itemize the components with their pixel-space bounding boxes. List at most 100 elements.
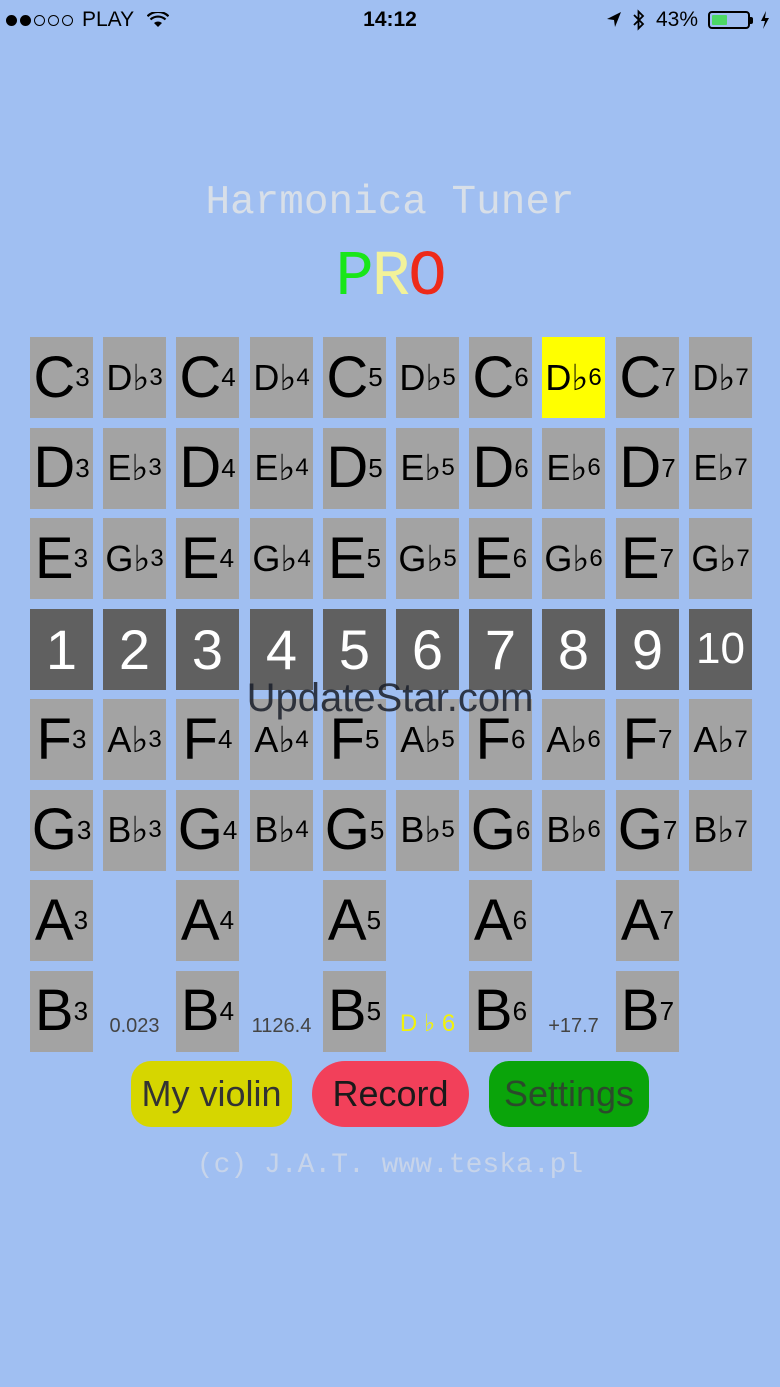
note-key[interactable]: B♭ 6 — [542, 789, 605, 871]
note-key[interactable]: D♭ 3 — [103, 337, 166, 418]
octave-label: 6 — [587, 816, 601, 843]
octave-label: 7 — [734, 725, 748, 753]
note-key[interactable]: G4 — [176, 789, 239, 871]
note-key[interactable]: D7 — [616, 427, 679, 509]
note-key[interactable]: G7 — [616, 789, 679, 871]
note-key[interactable]: B♭ 5 — [396, 789, 459, 871]
pro-letter: P — [335, 242, 373, 314]
battery-icon — [708, 11, 753, 29]
octave-label: 5 — [368, 452, 383, 483]
note-key[interactable]: C6 — [469, 337, 532, 418]
note-key[interactable]: E3 — [30, 518, 93, 599]
tuner-readout: 1126.4 — [251, 1014, 312, 1037]
octave-label: 3 — [148, 454, 162, 481]
octave-label: 4 — [222, 814, 238, 845]
note-key[interactable]: G6 — [469, 789, 532, 871]
note-key[interactable]: G5 — [323, 789, 386, 871]
note-key[interactable]: D4 — [176, 427, 239, 509]
note-label: E♭ — [546, 447, 588, 488]
note-key[interactable]: B♭ 4 — [250, 789, 313, 871]
note-key[interactable]: D♭ 6 — [542, 337, 605, 418]
note-label: B♭ — [693, 809, 735, 850]
note-key[interactable]: G♭ 3 — [103, 518, 166, 599]
note-key[interactable]: A7 — [616, 880, 679, 961]
note-key[interactable]: E♭ 7 — [689, 427, 752, 509]
note-label: D — [619, 435, 662, 500]
octave-label: 3 — [75, 452, 90, 483]
tuner-readout: 0.023 — [109, 1014, 160, 1037]
note-label: A♭ — [693, 718, 735, 760]
octave-label: 5 — [366, 905, 382, 935]
note-key[interactable]: A6 — [469, 880, 532, 961]
pro-letter: O — [408, 242, 446, 314]
note-key[interactable]: E7 — [616, 518, 679, 599]
note-key[interactable]: E6 — [469, 518, 532, 599]
note-key[interactable]: G♭ 4 — [250, 518, 313, 599]
note-key[interactable]: B♭ 3 — [103, 789, 166, 871]
note-key[interactable]: D♭ 7 — [689, 337, 752, 418]
note-label: G — [324, 797, 370, 862]
note-key[interactable]: E♭ 5 — [396, 427, 459, 509]
my-violin-button[interactable]: My violin — [131, 1061, 292, 1127]
tuner-readout: +17.7 — [548, 1014, 599, 1037]
note-label: D — [179, 435, 222, 500]
octave-label: 7 — [659, 905, 675, 935]
note-key[interactable]: B5 — [323, 970, 386, 1052]
octave-label: 6 — [515, 814, 531, 845]
settings-button[interactable]: Settings — [489, 1061, 649, 1127]
note-label: C — [619, 344, 662, 410]
octave-label: 5 — [441, 725, 455, 753]
note-label: G — [617, 797, 663, 862]
note-key[interactable]: E4 — [176, 518, 239, 599]
note-key[interactable]: C3 — [30, 337, 93, 418]
octave-label: 6 — [589, 544, 603, 572]
octave-label: 4 — [296, 363, 310, 391]
octave-label: 3 — [76, 814, 92, 845]
note-key[interactable]: G♭ 5 — [396, 518, 459, 599]
note-key[interactable]: G♭ 6 — [542, 518, 605, 599]
note-key[interactable]: C4 — [176, 337, 239, 418]
note-label: D — [326, 435, 369, 500]
note-key[interactable]: B4 — [176, 970, 239, 1052]
note-key[interactable]: E♭ 3 — [103, 427, 166, 509]
note-label: D♭ — [692, 356, 736, 398]
note-key[interactable]: E♭ 6 — [542, 427, 605, 509]
watermark: UpdateStar.com — [246, 676, 534, 720]
note-key[interactable]: E5 — [323, 518, 386, 599]
octave-label: 5 — [369, 814, 385, 845]
note-key[interactable]: A3 — [30, 880, 93, 961]
note-key[interactable]: A5 — [323, 880, 386, 961]
note-label: A — [180, 887, 220, 953]
octave-label: 6 — [514, 452, 529, 483]
octave-label: 3 — [73, 995, 89, 1026]
note-key[interactable]: D5 — [323, 427, 386, 509]
note-key[interactable]: C5 — [323, 337, 386, 418]
note-key[interactable]: C7 — [616, 337, 679, 418]
note-label: C — [179, 344, 222, 410]
octave-label: 5 — [368, 362, 383, 392]
octave-label: 7 — [734, 454, 748, 481]
note-key[interactable]: D♭ 4 — [250, 337, 313, 418]
note-key[interactable]: E♭ 4 — [250, 427, 313, 509]
note-key[interactable]: D6 — [469, 427, 532, 509]
note-key[interactable]: D3 — [30, 427, 93, 509]
note-label: E — [620, 525, 660, 591]
app-title: Harmonica Tuner — [205, 180, 575, 226]
note-key[interactable]: A4 — [176, 880, 239, 961]
note-label: A♭ — [546, 718, 588, 760]
pro-label: PRO — [0, 242, 780, 314]
status-bar: PLAY 14:12 43% — [0, 0, 780, 40]
note-label: A — [327, 887, 367, 953]
octave-label: 3 — [71, 724, 87, 754]
note-key[interactable]: B♭ 7 — [689, 789, 752, 871]
octave-label: 6 — [512, 543, 528, 573]
note-key[interactable]: G3 — [30, 789, 93, 871]
note-label: E — [473, 525, 513, 591]
note-key[interactable]: B3 — [30, 970, 93, 1052]
note-key[interactable]: B7 — [616, 970, 679, 1052]
record-button[interactable]: Record — [312, 1061, 469, 1127]
note-key[interactable]: G♭ 7 — [689, 518, 752, 599]
octave-label: 7 — [659, 995, 675, 1026]
note-key[interactable]: D♭ 5 — [396, 337, 459, 418]
note-key[interactable]: B6 — [469, 970, 532, 1052]
